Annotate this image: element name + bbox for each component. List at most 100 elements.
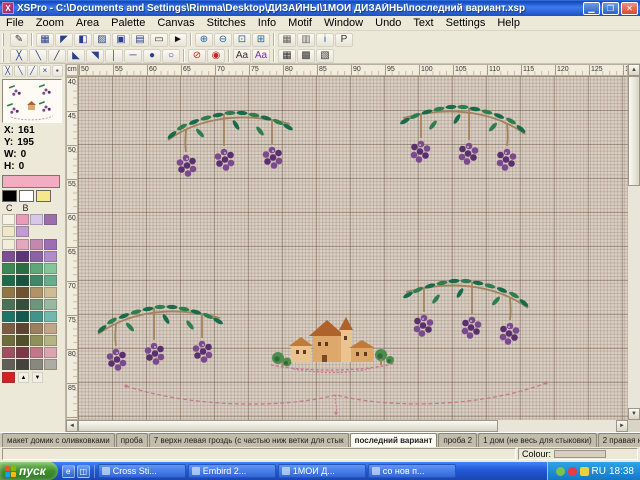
palette-swatch[interactable] <box>16 335 29 346</box>
cb-colour-swatch[interactable] <box>44 214 57 225</box>
palette-swatch[interactable] <box>2 251 15 262</box>
palette-swatch[interactable] <box>16 263 29 274</box>
palette-swatch[interactable] <box>44 275 57 286</box>
menu-text[interactable]: Text <box>407 16 439 31</box>
zoom-in-button[interactable]: ⊕ <box>195 33 213 47</box>
palette-swatch[interactable] <box>44 239 57 250</box>
quick-colour-swatch[interactable] <box>2 190 17 202</box>
palette-swatch[interactable] <box>2 335 15 346</box>
tray-app-icon[interactable] <box>580 467 589 476</box>
menu-window[interactable]: Window <box>318 16 369 31</box>
palette-swatch[interactable] <box>30 347 43 358</box>
palette-swatch[interactable] <box>2 287 15 298</box>
palette-swatch[interactable] <box>16 359 29 370</box>
view-symbols-button[interactable]: ▧ <box>316 49 334 63</box>
taskbar-task[interactable]: Cross Sti... <box>98 464 186 478</box>
menu-undo[interactable]: Undo <box>369 16 407 31</box>
palette-swatch[interactable] <box>2 347 15 358</box>
palette-swatch[interactable] <box>44 347 57 358</box>
palette-swatch[interactable] <box>44 323 57 334</box>
palette-swatch[interactable] <box>30 335 43 346</box>
no-colour-button[interactable]: ⊘ <box>188 49 206 63</box>
info-button[interactable]: i <box>316 33 334 47</box>
taskbar-task[interactable]: Embird 2... <box>188 464 276 478</box>
palette-swatch[interactable] <box>30 275 43 286</box>
scroll-right-arrow[interactable]: ► <box>616 420 628 432</box>
palette-swatch[interactable] <box>44 359 57 370</box>
menu-zoom[interactable]: Zoom <box>30 16 70 31</box>
palette-swatch[interactable] <box>2 239 15 250</box>
maximize-button[interactable]: ❐ <box>602 2 619 15</box>
horizontal-backstitch-icon[interactable]: ─ <box>124 49 142 63</box>
scroll-up-arrow[interactable]: ▲ <box>628 64 640 76</box>
font-button-2[interactable]: Aa <box>252 49 270 63</box>
half-stitch-tool[interactable]: ◤ <box>55 33 73 47</box>
palette-swatch[interactable] <box>2 359 15 370</box>
menu-palette[interactable]: Palette <box>105 16 151 31</box>
rulers-toggle[interactable]: ▥ <box>297 33 315 47</box>
palette-swatch[interactable] <box>44 311 57 322</box>
palette-swatch[interactable] <box>16 299 29 310</box>
quick-colour-swatch[interactable] <box>36 190 51 202</box>
taskbar-task[interactable]: со нов п... <box>368 464 456 478</box>
mini-full-cross-button[interactable]: ╳ <box>2 65 13 77</box>
palette-swatch[interactable] <box>2 299 15 310</box>
quick-launch-browser-icon[interactable]: e <box>62 465 75 478</box>
cb-colour-swatch[interactable] <box>30 214 43 225</box>
start-button[interactable]: пуск <box>0 462 58 480</box>
menu-file[interactable]: File <box>0 16 30 31</box>
quick-colour-swatch[interactable] <box>19 190 34 202</box>
current-colour-swatch[interactable] <box>2 175 60 188</box>
view-blocks-button[interactable]: ▩ <box>297 49 315 63</box>
mini-knot-button[interactable]: ▪ <box>52 65 63 77</box>
palette-swatch[interactable] <box>44 287 57 298</box>
back-stitch-tool[interactable]: ▨ <box>93 33 111 47</box>
mini-half-cross-button[interactable]: ╲ <box>14 65 25 77</box>
palette-swatch[interactable] <box>16 287 29 298</box>
mini-quarter-button[interactable]: ╱ <box>27 65 38 77</box>
palette-swatch[interactable] <box>30 251 43 262</box>
pattern-tab-5[interactable]: проба 2 <box>438 433 477 447</box>
palette-swatch[interactable] <box>2 323 15 334</box>
full-stitch-tool[interactable]: ▦ <box>36 33 54 47</box>
menu-help[interactable]: Help <box>491 16 526 31</box>
print-button[interactable]: P <box>335 33 353 47</box>
quarter-stitch-tool[interactable]: ◧ <box>74 33 92 47</box>
pattern-tab-4[interactable]: последний вариант <box>350 433 438 447</box>
quick-launch-desktop-icon[interactable]: ◫ <box>77 465 90 478</box>
palette-swatch[interactable] <box>30 311 43 322</box>
pattern-tab-6[interactable]: 1 дом (не весь для стыковки) <box>478 433 597 447</box>
cb-colour-swatch[interactable] <box>16 226 29 237</box>
palette-swatch[interactable] <box>30 323 43 334</box>
select-area-tool[interactable]: ▭ <box>150 33 168 47</box>
vertical-backstitch-icon[interactable]: │ <box>105 49 123 63</box>
close-button[interactable]: ✕ <box>621 2 638 15</box>
palette-swatch[interactable] <box>16 311 29 322</box>
half-back-icon[interactable]: ╲ <box>29 49 47 63</box>
palette-scroll-down-button[interactable]: ▼ <box>32 372 43 383</box>
palette-swatch[interactable] <box>30 287 43 298</box>
grid-toggle[interactable]: ▦ <box>278 33 296 47</box>
tray-alert-icon[interactable] <box>568 467 577 476</box>
cb-colour-swatch[interactable] <box>2 214 15 225</box>
palette-swatch[interactable] <box>2 275 15 286</box>
vertical-scroll-thumb[interactable] <box>628 76 640 186</box>
menu-info[interactable]: Info <box>252 16 282 31</box>
colour-wheel-button[interactable]: ◉ <box>207 49 225 63</box>
zoom-100-button[interactable]: ⊞ <box>252 33 270 47</box>
palette-swatch[interactable] <box>44 335 57 346</box>
menu-motif[interactable]: Motif <box>282 16 318 31</box>
pattern-tab-2[interactable]: проба <box>116 433 148 447</box>
mini-backstitch-button[interactable]: × <box>39 65 50 77</box>
palette-scroll-up-button[interactable]: ▲ <box>18 372 29 383</box>
scroll-down-arrow[interactable]: ▼ <box>628 408 640 420</box>
cb-colour-swatch[interactable] <box>2 226 15 237</box>
design-preview[interactable] <box>2 79 62 123</box>
bead-tool[interactable]: ▤ <box>131 33 149 47</box>
palette-swatch[interactable] <box>30 239 43 250</box>
palette-swatch[interactable] <box>2 263 15 274</box>
quarter-icon[interactable]: ◣ <box>67 49 85 63</box>
palette-swatch[interactable] <box>16 347 29 358</box>
palette-swatch[interactable] <box>16 239 29 250</box>
palette-swatch[interactable] <box>44 299 57 310</box>
